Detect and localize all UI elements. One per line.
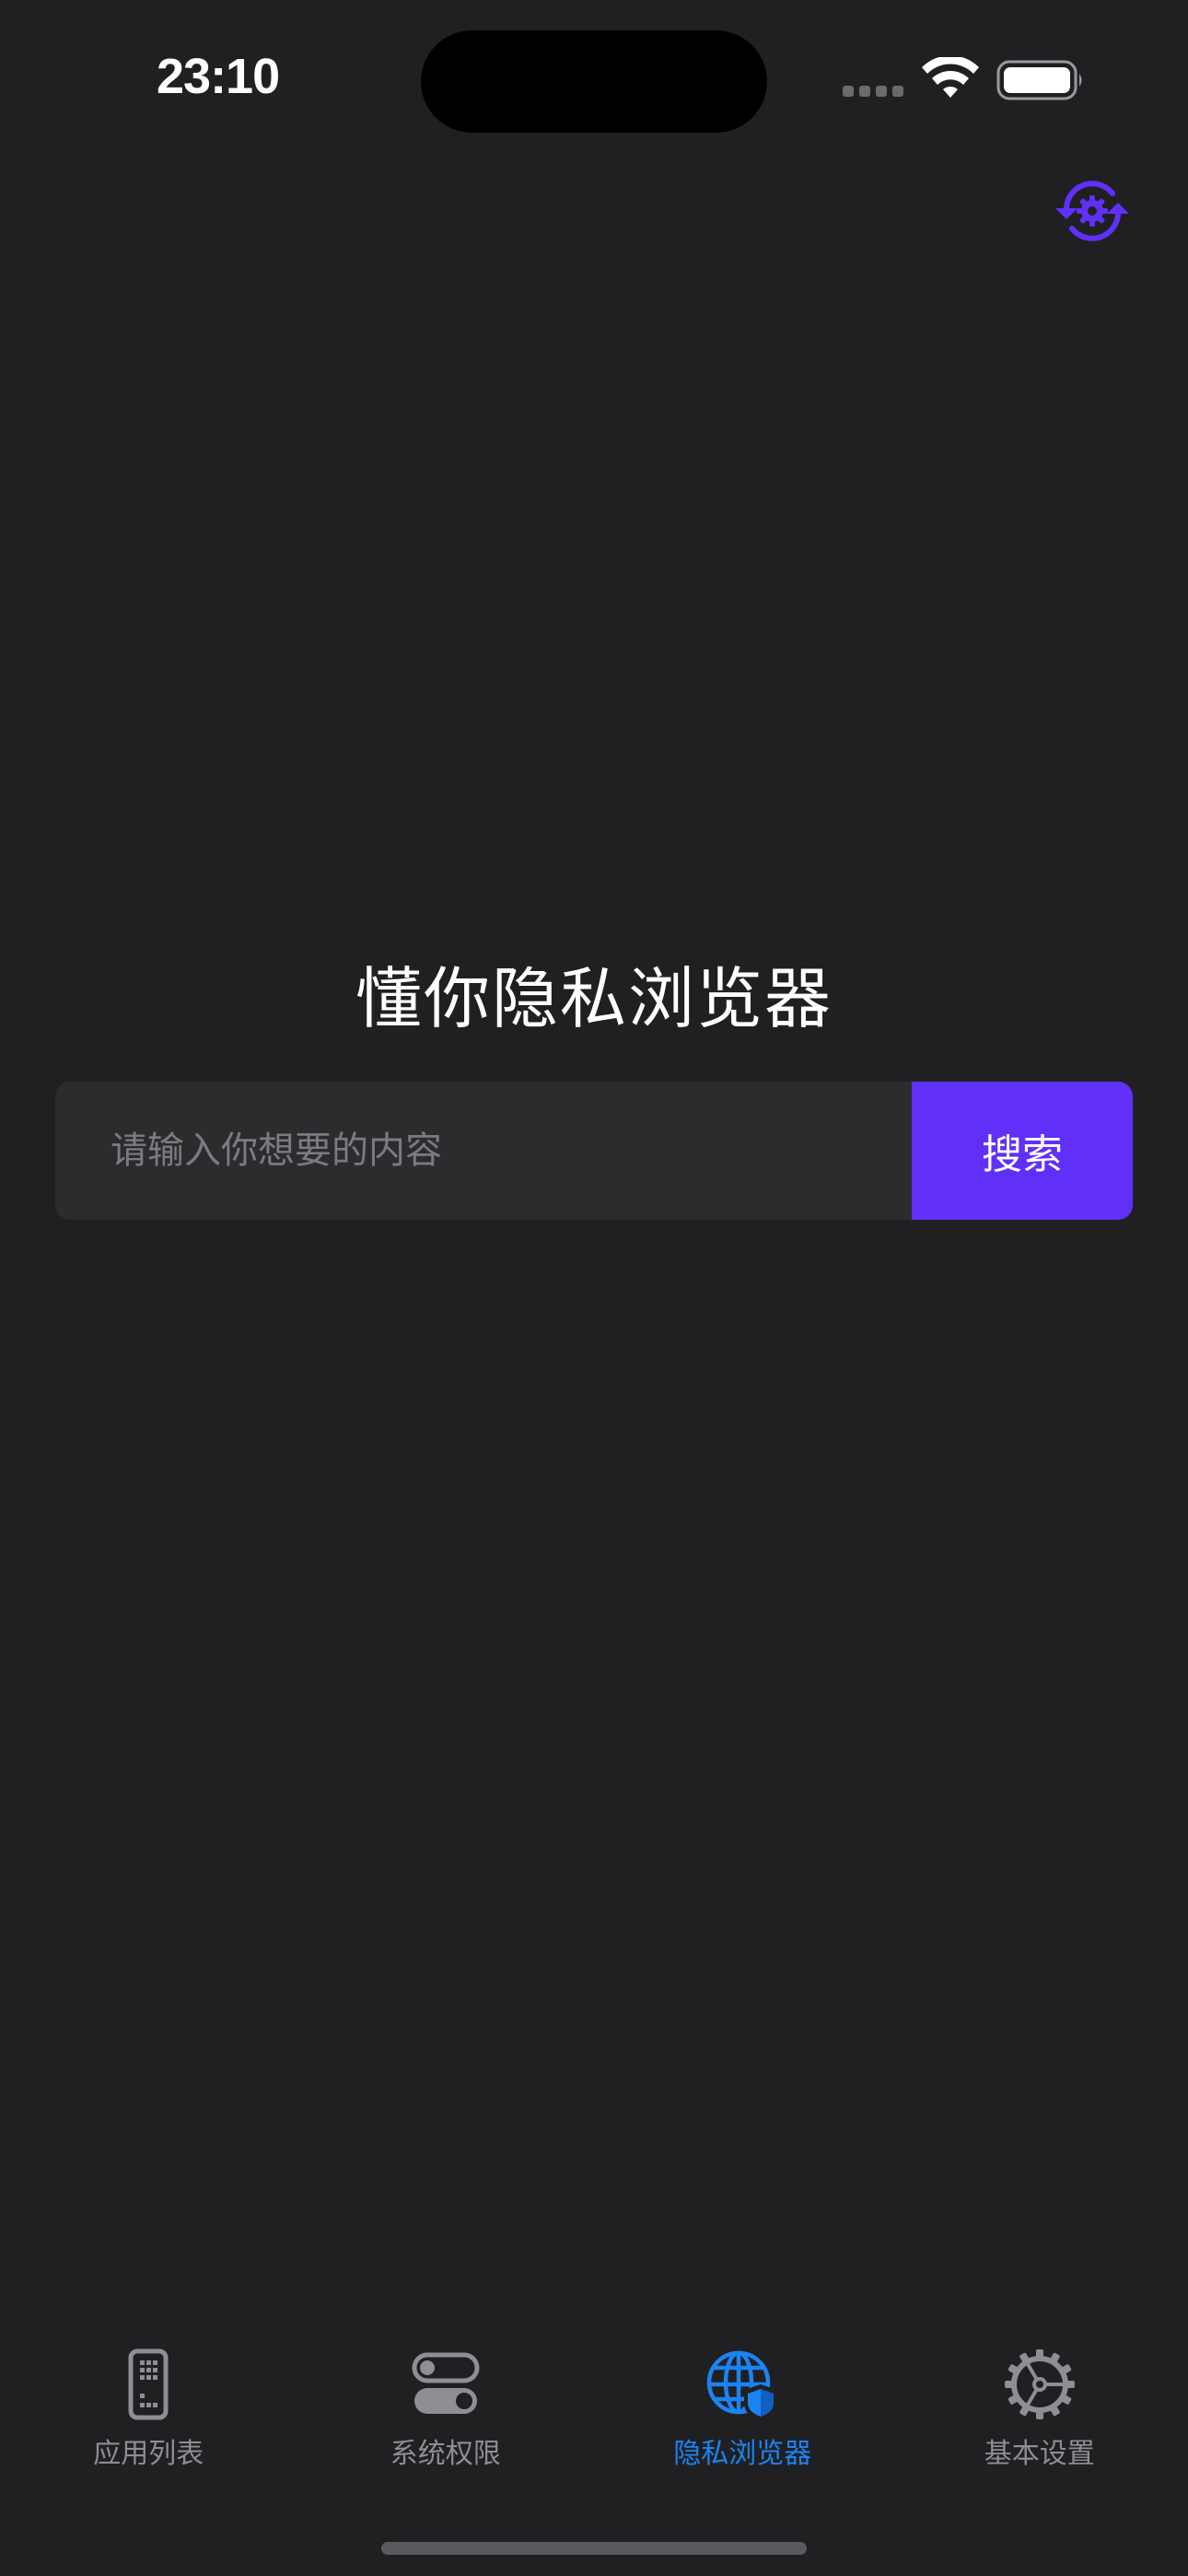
wifi-icon	[922, 57, 979, 98]
sync-settings-icon[interactable]	[1054, 175, 1131, 247]
tab-label: 隐私浏览器	[673, 2438, 812, 2470]
gear-icon	[1004, 2349, 1075, 2419]
toggles-icon	[412, 2352, 480, 2414]
tab-basic-settings[interactable]: 基本设置	[891, 2348, 1188, 2495]
status-bar: 23:10	[0, 0, 1188, 138]
tab-label: 基本设置	[984, 2438, 1095, 2470]
search-box: 搜索	[55, 1082, 1133, 1220]
tab-app-list[interactable]: 应用列表	[0, 2348, 297, 2495]
tab-label: 系统权限	[390, 2438, 501, 2470]
tab-bar: 应用列表 系统权限 隐私浏览器 基本设置	[0, 2348, 1188, 2495]
phone-grid-icon	[128, 2348, 169, 2420]
page-title: 懂你隐私浏览器	[355, 960, 833, 1037]
tab-privacy-browser[interactable]: 隐私浏览器	[594, 2348, 891, 2495]
tab-label: 应用列表	[93, 2438, 204, 2470]
status-time: 23:10	[157, 49, 280, 104]
signal-dots-icon	[843, 86, 903, 97]
search-input[interactable]	[55, 1082, 912, 1220]
home-indicator[interactable]	[381, 2542, 807, 2555]
tab-system-permissions[interactable]: 系统权限	[297, 2348, 595, 2495]
dynamic-island	[421, 30, 767, 133]
globe-shield-icon	[707, 2350, 778, 2421]
search-button[interactable]: 搜索	[912, 1082, 1133, 1220]
battery-icon	[996, 60, 1082, 100]
